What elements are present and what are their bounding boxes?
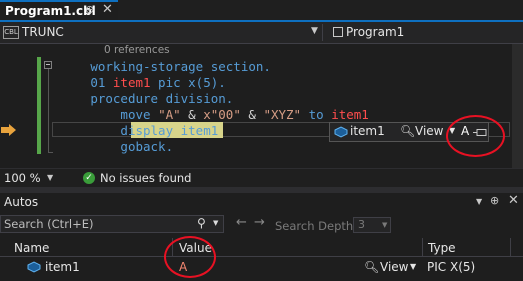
chevron-down-icon[interactable]: ▼ xyxy=(47,173,53,182)
chevron-down-icon[interactable]: ▼ xyxy=(410,262,416,271)
divider xyxy=(322,24,323,41)
annotation-circle-datatip-value xyxy=(446,115,505,157)
code-token: goback. xyxy=(120,139,174,154)
variable-icon xyxy=(27,261,41,273)
code-line: 01 item1 pic x(5). xyxy=(0,75,226,91)
search-depth-value: 3 xyxy=(358,218,365,231)
navigation-bar: CBL TRUNC ▼ Program1 xyxy=(0,22,523,44)
search-box[interactable]: ⚲ ▼ xyxy=(0,215,224,233)
code-token: procedure division. xyxy=(90,91,234,106)
code-token: 01 xyxy=(90,75,113,90)
issues-indicator[interactable]: No issues found xyxy=(100,171,191,185)
search-depth-select[interactable]: 3 ▼ xyxy=(353,217,391,233)
code-token: move xyxy=(120,107,159,122)
panel-title: Autos xyxy=(4,195,39,209)
code-token: & xyxy=(180,107,204,122)
arrow-left-icon[interactable]: ← xyxy=(236,215,247,230)
chevron-down-icon: ▼ xyxy=(382,221,388,229)
chevron-down-icon[interactable]: ▼ xyxy=(476,197,482,206)
cobol-file-icon: CBL xyxy=(3,26,19,39)
member-dropdown[interactable]: Program1 xyxy=(346,25,404,39)
document-tab-strip: Program1.cbl ⊕ ✕ xyxy=(0,0,523,22)
code-line: working-storage section. xyxy=(0,59,271,75)
editor-status-strip: 100 % ▼ ✓ No issues found xyxy=(0,168,523,187)
code-editor[interactable]: 0 references working-storage section. 01… xyxy=(0,44,523,168)
code-token: to xyxy=(301,107,332,122)
column-header-name[interactable]: Name xyxy=(14,241,49,255)
chevron-down-icon[interactable]: ▼ xyxy=(213,219,218,227)
row-name: item1 xyxy=(45,260,80,274)
column-resize-handle[interactable] xyxy=(422,238,423,257)
scope-dropdown[interactable]: TRUNC xyxy=(22,25,64,39)
zoom-level[interactable]: 100 % xyxy=(4,171,41,185)
pin-icon[interactable]: ⊕ xyxy=(490,194,499,207)
column-header-row: Name Value Type xyxy=(0,238,523,257)
code-token: item1 xyxy=(331,107,369,122)
vertical-scrollbar[interactable] xyxy=(512,44,523,168)
module-icon xyxy=(333,27,343,37)
table-row[interactable]: item1 A 🔍︎ View ▼ PIC X(5) xyxy=(0,257,523,277)
code-token: item1 xyxy=(112,75,151,90)
tab-program1[interactable]: Program1.cbl ⊕ ✕ xyxy=(0,0,118,20)
code-token: display item1 xyxy=(120,123,219,138)
pin-icon[interactable]: ⊕ xyxy=(85,3,94,16)
code-line: goback. xyxy=(0,139,173,155)
annotation-circle-value-column xyxy=(164,236,216,278)
code-token: pic x(5). xyxy=(150,75,226,90)
code-token: & xyxy=(240,107,264,122)
code-line: display item1 xyxy=(0,123,218,139)
code-line: procedure division. xyxy=(0,91,233,107)
magnifier-icon[interactable]: 🔍︎ xyxy=(400,124,415,138)
code-token: "A" xyxy=(158,107,181,122)
search-input[interactable] xyxy=(4,217,189,231)
magnifier-icon[interactable]: 🔍︎ xyxy=(364,260,379,274)
column-header-type[interactable]: Type xyxy=(428,241,456,255)
variable-icon xyxy=(334,126,348,138)
autos-window: Autos ▼ ⊕ ✕ ⚲ ▼ ← → Search Depth: 3 ▼ Na… xyxy=(0,193,523,281)
chevron-down-icon[interactable]: ▼ xyxy=(311,26,318,36)
execution-pointer-icon xyxy=(1,124,16,136)
tab-title: Program1.cbl xyxy=(5,4,96,18)
code-token: x"00" xyxy=(203,107,241,122)
arrow-right-icon[interactable]: → xyxy=(254,215,265,230)
visualizer-view-button[interactable]: View xyxy=(415,124,443,138)
search-depth-label: Search Depth: xyxy=(275,219,358,233)
code-token: working-storage section. xyxy=(90,59,271,74)
row-type: PIC X(5) xyxy=(427,260,476,274)
datatip-variable-name: item1 xyxy=(350,124,385,138)
check-icon: ✓ xyxy=(83,172,95,184)
code-token: "XYZ" xyxy=(263,107,302,122)
close-icon[interactable]: ✕ xyxy=(508,193,519,208)
code-line: move "A" & x"00" & "XYZ" to item1 xyxy=(0,107,369,123)
codelens-references[interactable]: 0 references xyxy=(104,44,170,56)
visualizer-view-button[interactable]: View xyxy=(380,260,408,274)
column-resize-handle[interactable] xyxy=(510,238,511,257)
search-icon[interactable]: ⚲ xyxy=(197,216,206,230)
close-icon[interactable]: ✕ xyxy=(102,2,113,17)
